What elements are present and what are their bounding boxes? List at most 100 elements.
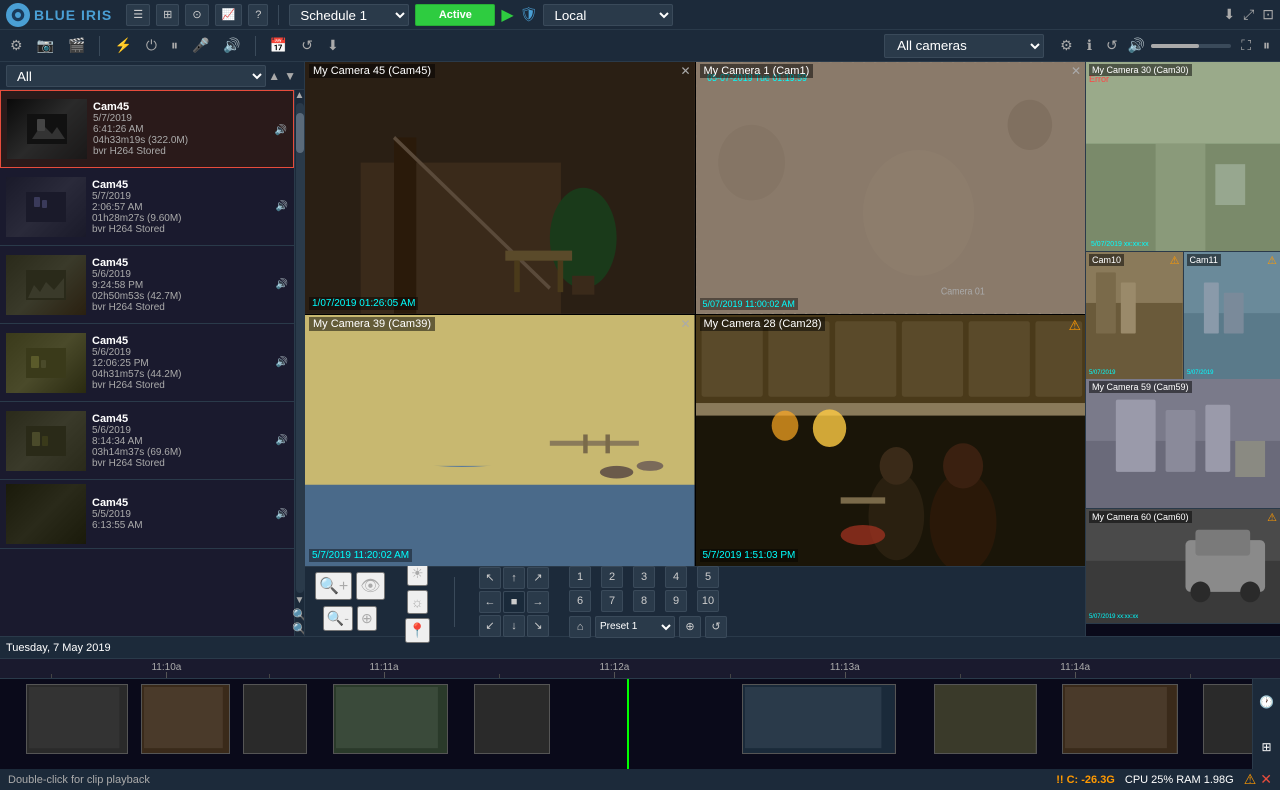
active-status-button[interactable]: Active: [415, 4, 495, 26]
download-icon[interactable]: ⬇: [1223, 6, 1235, 23]
preset-4-button[interactable]: 4: [665, 566, 687, 588]
ptz-downleft-button[interactable]: ↙: [479, 615, 501, 637]
zoom-in-button[interactable]: 🔍+: [315, 572, 352, 600]
flash-button[interactable]: ⚡: [110, 35, 135, 56]
zoom-out-button[interactable]: 🔍-: [323, 606, 353, 631]
camera-cell-cam45[interactable]: My Camera 45 (Cam45) ✕: [305, 62, 695, 314]
pause-button[interactable]: ⏸: [167, 35, 182, 56]
scroll-down-button[interactable]: ▼: [282, 67, 298, 85]
mini-cam-cam11[interactable]: Cam11 ⚠ 5/07/2019: [1184, 252, 1280, 379]
clip-volume-icon[interactable]: 🔊: [275, 125, 287, 136]
ptz-downright-button[interactable]: ↘: [527, 615, 549, 637]
play-icon[interactable]: ▶: [501, 5, 513, 25]
left-scrollbar[interactable]: ▲ ▼ 🔍 🔍: [294, 90, 304, 636]
ptz-upright-button[interactable]: ↗: [527, 567, 549, 589]
video-button[interactable]: 🎬: [64, 35, 89, 56]
ptz-up-button[interactable]: ↑: [503, 567, 525, 589]
camera-select[interactable]: All cameras My Camera 1 My Camera 28 My …: [884, 34, 1044, 58]
timeline-grid-button[interactable]: ⊞: [1257, 738, 1275, 756]
refresh-nav-button[interactable]: ↺: [705, 616, 727, 638]
preset-2-button[interactable]: 2: [601, 566, 623, 588]
clip-volume-icon[interactable]: 🔊: [276, 201, 288, 212]
cam1-close-icon[interactable]: ✕: [1071, 64, 1081, 78]
camera-button[interactable]: 📷: [33, 35, 58, 56]
ptz-center-button[interactable]: ■: [503, 591, 525, 613]
ptz-upleft-button[interactable]: ↖: [479, 567, 501, 589]
timeline-clip[interactable]: [474, 684, 551, 754]
reload-button[interactable]: ↺: [1102, 35, 1122, 56]
clock-button[interactable]: ⊙: [185, 4, 208, 26]
preset-9-button[interactable]: 9: [665, 590, 687, 612]
timeline-clip[interactable]: [1203, 684, 1254, 754]
clip-item[interactable]: Cam45 5/5/2019 6:13:55 AM 🔊: [0, 480, 294, 549]
help-button[interactable]: ?: [248, 4, 268, 26]
timeline-clip[interactable]: [141, 684, 231, 754]
preset-6-button[interactable]: 6: [569, 590, 591, 612]
audio-button[interactable]: 🔊: [219, 35, 244, 56]
clip-volume-icon[interactable]: 🔊: [276, 509, 288, 520]
chart-button[interactable]: 📈: [215, 4, 243, 26]
camera-cell-cam39[interactable]: My Camera 39 (Cam39) ✕: [305, 315, 695, 567]
zoom-in-scroll[interactable]: 🔍: [292, 608, 304, 622]
window-expand-icon[interactable]: ⊡: [1262, 6, 1274, 23]
grid-view-button[interactable]: ⊞: [156, 4, 179, 26]
cam45-close-icon[interactable]: ✕: [680, 64, 690, 78]
filter-select[interactable]: All Today Yesterday: [6, 65, 266, 87]
clip-item[interactable]: Cam45 5/6/2019 8:14:34 AM 03h14m37s (69.…: [0, 402, 294, 480]
preset-7-button[interactable]: 7: [601, 590, 623, 612]
ptz-down-button[interactable]: ↓: [503, 615, 525, 637]
camera-cell-cam1[interactable]: My Camera 1 (Cam1) ✕ 05-07-2019 Tue 01:1…: [696, 62, 1086, 314]
timeline-track[interactable]: 🕐 ⊞: [0, 679, 1280, 769]
volume-bar[interactable]: [1151, 44, 1231, 48]
mini-cam-cam30[interactable]: My Camera 30 (Cam30) Error 5/07/2019 xx:…: [1086, 62, 1280, 252]
target-mark-button[interactable]: ⊕: [679, 616, 701, 638]
mini-cam-cam59[interactable]: My Camera 59 (Cam59): [1086, 379, 1280, 509]
mini-cam-cam60[interactable]: My Camera 60 (Cam60) ⚠ 5/07/2019 xx:xx:x…: [1086, 509, 1280, 624]
timeline-clip[interactable]: [26, 684, 128, 754]
timeline-cursor[interactable]: [627, 679, 629, 769]
cam39-close-icon[interactable]: ✕: [680, 317, 690, 331]
scroll-up-arrow[interactable]: ▲: [295, 90, 304, 101]
save-button[interactable]: ⬇: [323, 35, 343, 56]
preset-select[interactable]: Preset 1 Preset 2 Preset 3: [595, 616, 675, 638]
zoom-out-scroll[interactable]: 🔍: [292, 622, 304, 636]
preset-5-button[interactable]: 5: [697, 566, 719, 588]
timeline-clip[interactable]: [1062, 684, 1177, 754]
refresh-button[interactable]: ↺: [297, 35, 317, 56]
pause2-button[interactable]: ⏸: [1259, 35, 1274, 56]
camera-settings-button[interactable]: ⚙: [1056, 35, 1077, 56]
clip-item[interactable]: Cam45 5/6/2019 12:06:25 PM 04h31m57s (44…: [0, 324, 294, 402]
ptz-right-button[interactable]: →: [527, 591, 549, 613]
list-view-button[interactable]: ☰: [126, 4, 150, 26]
clip-item[interactable]: Cam45 5/7/2019 6:41:26 AM 04h33m19s (322…: [0, 90, 294, 168]
timeline-clip[interactable]: [742, 684, 896, 754]
preset-8-button[interactable]: 8: [633, 590, 655, 612]
mic-button[interactable]: 🎤: [188, 35, 213, 56]
expand-icon[interactable]: ⤢: [1243, 6, 1254, 23]
scroll-down-arrow[interactable]: ▼: [295, 595, 304, 606]
preset-1-button[interactable]: 1: [569, 566, 591, 588]
settings-button[interactable]: ⚙: [6, 35, 27, 56]
clip-volume-icon[interactable]: 🔊: [276, 435, 288, 446]
schedule-select[interactable]: Schedule 1: [289, 4, 409, 26]
location-select[interactable]: Local: [543, 4, 673, 26]
location-pin-button[interactable]: 📍: [405, 618, 430, 643]
timeline-clip[interactable]: [934, 684, 1036, 754]
preset-10-button[interactable]: 10: [697, 590, 719, 612]
calendar-button[interactable]: 📅: [266, 35, 291, 56]
mini-cam-cam10[interactable]: Cam10 ⚠ 5/07/2019: [1086, 252, 1184, 379]
power-button[interactable]: ⏻: [142, 35, 161, 56]
scroll-thumb[interactable]: [296, 113, 304, 153]
fullscreen-button[interactable]: ⛶: [1237, 35, 1255, 56]
timeline-clip[interactable]: [333, 684, 448, 754]
scroll-up-button[interactable]: ▲: [266, 67, 282, 85]
camera-cell-cam28[interactable]: My Camera 28 (Cam28) ⚠: [696, 315, 1086, 567]
clip-volume-icon[interactable]: 🔊: [276, 357, 288, 368]
preset-3-button[interactable]: 3: [633, 566, 655, 588]
brightness-low-button[interactable]: ☼: [407, 590, 428, 614]
home-button[interactable]: ⌂: [569, 616, 591, 638]
crosshair-button[interactable]: ⊕: [357, 606, 377, 631]
target-button[interactable]: 👁: [356, 572, 384, 600]
clip-volume-icon[interactable]: 🔊: [276, 279, 288, 290]
scroll-track[interactable]: [296, 103, 304, 593]
